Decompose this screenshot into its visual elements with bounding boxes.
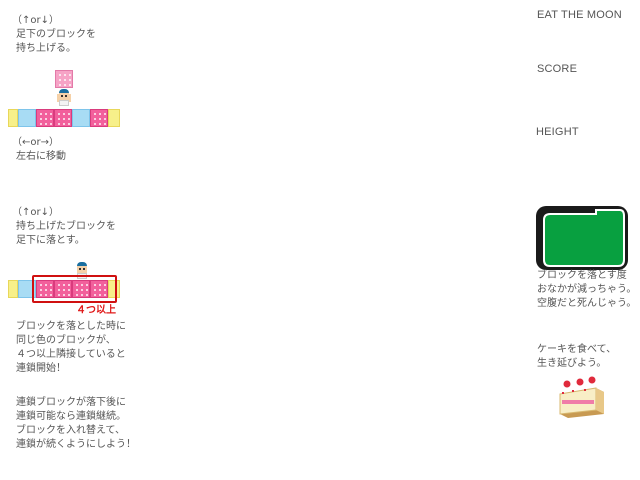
- stomach-meter: [536, 206, 628, 270]
- move-line-1: 左右に移動: [16, 151, 66, 162]
- row-block: [8, 280, 18, 298]
- game-title: EAT THE MOON: [537, 9, 622, 21]
- row-block: [18, 109, 36, 127]
- row-block: [36, 109, 54, 127]
- row-block: [90, 109, 108, 127]
- chain-continue-line-1: 連鎖ブロックが落下後に: [16, 397, 126, 408]
- chain-start-line-1: ブロックを落とした時に: [16, 321, 126, 332]
- score-label: SCORE: [537, 63, 578, 75]
- chain-continue-line-3: ブロックを入れ替えて、: [16, 425, 125, 436]
- player-character: [57, 89, 71, 109]
- cake-line-1: ケーキを食べて、: [537, 344, 617, 355]
- hunger-line-3: 空腹だと死んじゃう。: [537, 298, 637, 309]
- cake-line-2: 生き延びよう。: [537, 358, 607, 369]
- drop-line-1: 持ち上げたブロックを: [16, 221, 116, 232]
- row-block: [54, 109, 72, 127]
- hunger-line-1: ブロックを落とす度: [537, 270, 627, 281]
- move-keys: （←or→）: [12, 137, 59, 148]
- chain-highlight: [32, 275, 117, 303]
- cake-icon: [558, 376, 606, 420]
- chain-count-label: ４つ以上: [76, 305, 116, 316]
- hunger-line-2: おなかが減っちゃう。: [537, 284, 637, 295]
- chain-start-line-2: 同じ色のブロックが、: [16, 335, 116, 346]
- row-block: [8, 109, 18, 127]
- lift-line-2: 持ち上げる。: [16, 43, 76, 54]
- lift-demo: [8, 70, 122, 130]
- row-block: [72, 109, 90, 127]
- chain-start-line-3: ４つ以上隣接していると: [16, 349, 126, 360]
- lift-keys: （↑or↓）: [12, 15, 59, 26]
- chain-continue-line-4: 連鎖が続くようにしよう！: [16, 439, 136, 450]
- stomach-fill: [543, 209, 625, 267]
- drop-keys: （↑or↓）: [12, 207, 59, 218]
- chain-continue-line-2: 連鎖可能なら連鎖継続。: [16, 411, 126, 422]
- lifted-block: [55, 70, 73, 88]
- lift-line-1: 足下のブロックを: [16, 29, 96, 40]
- chain-start-line-4: 連鎖開始！: [16, 363, 66, 374]
- row-block: [108, 109, 120, 127]
- height-label: HEIGHT: [536, 126, 579, 138]
- drop-line-2: 足下に落とす。: [16, 235, 85, 246]
